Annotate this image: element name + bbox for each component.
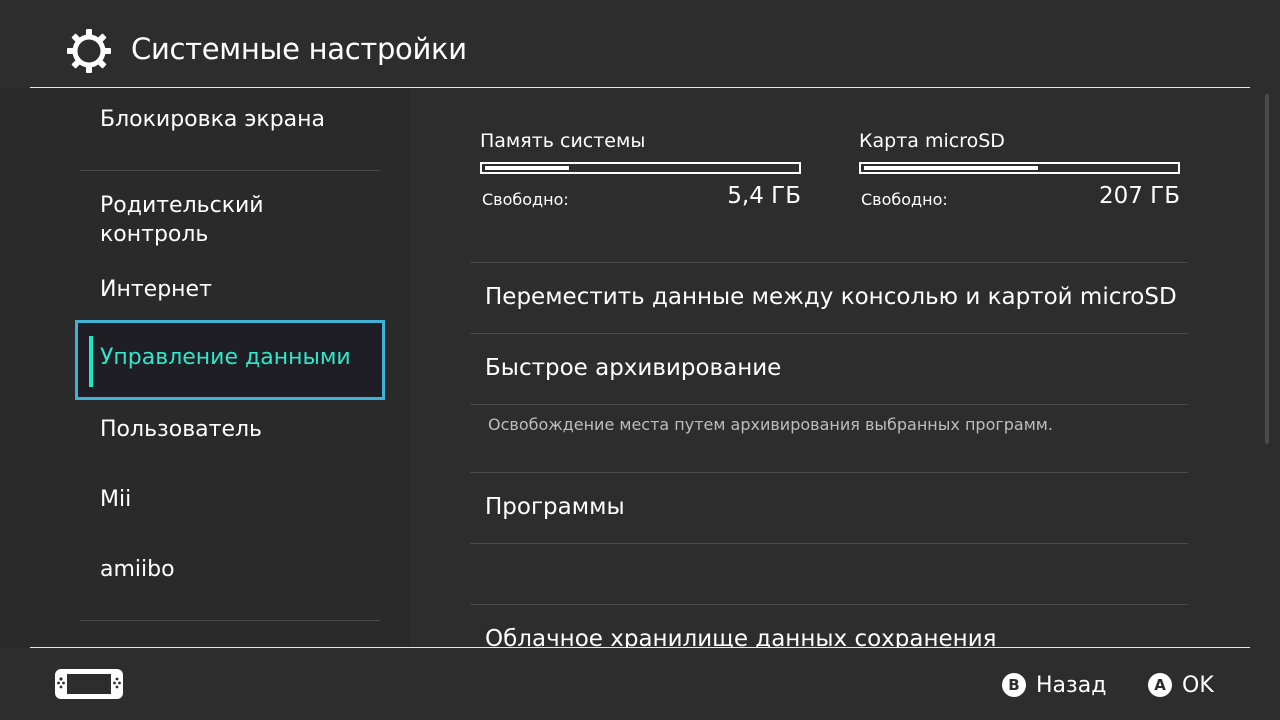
selection-accent [89,336,93,387]
page-title: Системные настройки [131,32,467,66]
sidebar-item-data-management[interactable]: Управление данными [75,320,385,400]
footer: B Назад A OK [0,648,1280,720]
system-storage: Память системы Свободно: 5,4 ГБ [480,128,810,209]
sidebar-item-label: Управление данными [100,345,351,370]
sd-free-value: 207 ГБ [1098,183,1180,209]
ok-button[interactable]: A OK [1148,670,1214,700]
row-divider [470,262,1188,263]
system-storage-title: Память системы [480,130,646,152]
sd-free-label: Свободно: [861,190,948,209]
row-divider [470,333,1188,334]
quick-archive-item[interactable]: Быстрое архивирование [485,355,781,381]
sd-storage-bar [859,162,1180,174]
back-label: Назад [1036,672,1107,698]
sidebar: Блокировка экрана Родительский контроль … [0,88,410,647]
programs-item[interactable]: Программы [485,494,625,520]
sd-storage-fill [864,166,1038,170]
system-storage-fill [485,166,569,170]
b-button-icon: B [1002,673,1026,697]
row-divider [470,604,1188,605]
sidebar-item-mii[interactable]: Mii [100,485,131,514]
row-divider [470,543,1188,544]
sd-storage: Карта microSD Свободно: 207 ГБ [859,128,1189,209]
sidebar-item-amiibo[interactable]: amiibo [100,555,175,584]
ok-label: OK [1182,672,1214,698]
console-icon [55,669,123,699]
sidebar-item-user[interactable]: Пользователь [100,415,262,444]
sidebar-divider [80,620,380,621]
sidebar-item-parental-control[interactable]: Родительский контроль [100,191,264,249]
row-divider [470,472,1188,473]
system-storage-bar [480,162,801,174]
sidebar-item-screen-lock[interactable]: Блокировка экрана [100,105,325,134]
row-divider [470,404,1188,405]
main-panel: Память системы Свободно: 5,4 ГБ Карта mi… [410,88,1260,647]
cloud-saves-item[interactable]: Облачное хранилище данных сохранения [485,626,997,647]
sd-storage-title: Карта microSD [859,130,1005,152]
system-free-label: Свободно: [482,190,569,209]
system-free-value: 5,4 ГБ [727,183,801,209]
back-button[interactable]: B Назад [1002,670,1106,700]
scrollbar[interactable] [1265,94,1269,444]
gear-icon [67,29,111,73]
a-button-icon: A [1148,673,1172,697]
quick-archive-description: Освобождение места путем архивирования в… [488,415,1053,434]
sidebar-item-internet[interactable]: Интернет [100,275,212,304]
header: Системные настройки [0,0,1280,88]
move-data-item[interactable]: Переместить данные между консолью и карт… [485,284,1177,310]
sidebar-divider [80,170,380,171]
